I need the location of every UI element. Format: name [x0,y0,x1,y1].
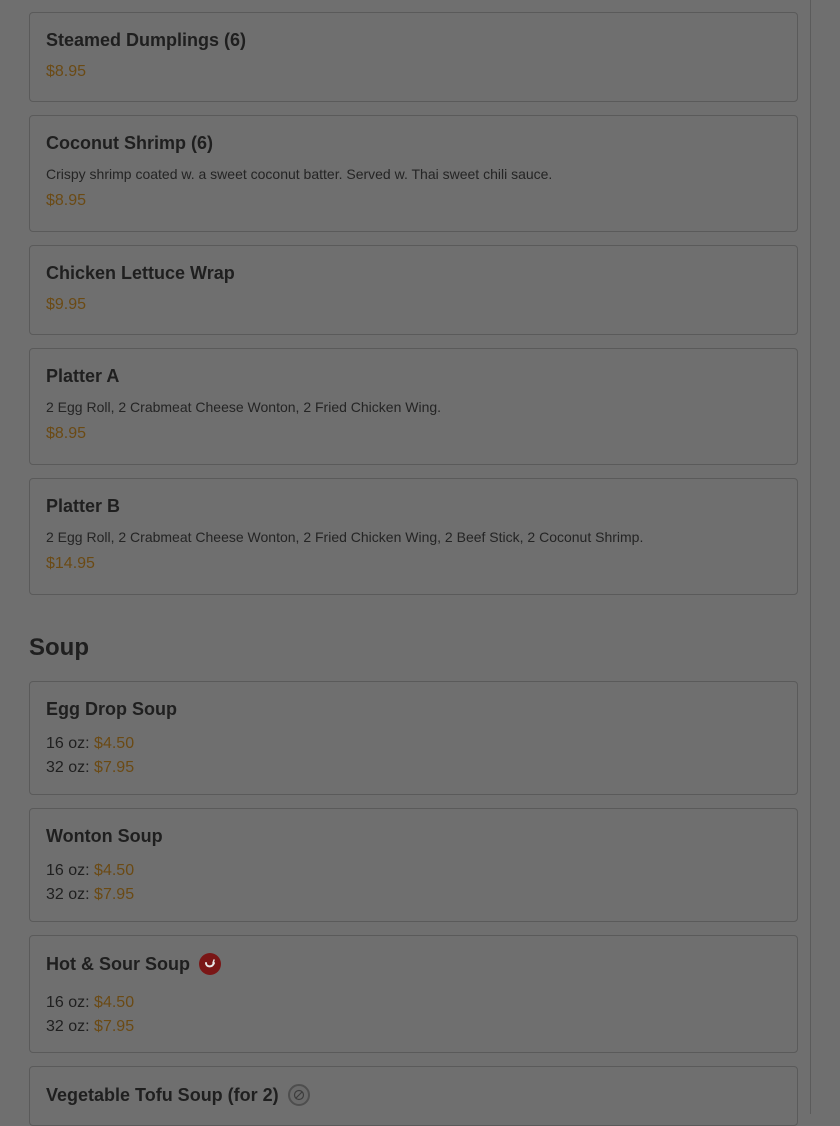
size-label: 32 oz: [46,1018,90,1035]
menu-item-price: $8.95 [46,192,87,209]
menu-item-card[interactable]: Egg Drop Soup 16 oz: $4.50 32 oz: $7.95 [29,681,798,795]
menu-item-price: $8.95 [46,63,87,80]
menu-item-card[interactable]: Coconut Shrimp (6) Crispy shrimp coated … [29,115,798,232]
size-option: 16 oz: $4.50 [46,732,781,756]
size-price: $4.50 [94,735,135,752]
size-label: 16 oz: [46,994,90,1011]
menu-item-name-row: Hot & Sour Soup [46,953,781,975]
menu-item-name: Chicken Lettuce Wrap [46,263,235,283]
menu-item-name: Vegetable Tofu Soup (for 2) [46,1085,279,1105]
size-list: 16 oz: $4.50 32 oz: $7.95 [46,859,781,907]
size-option: 32 oz: $7.95 [46,1015,781,1039]
size-option: 16 oz: $4.50 [46,991,781,1015]
size-list: 16 oz: $4.50 32 oz: $7.95 [46,732,781,780]
menu-item-card[interactable]: Vegetable Tofu Soup (for 2) [29,1066,798,1126]
menu-item-name: Platter A [46,366,120,386]
size-option: 32 oz: $7.95 [46,883,781,907]
size-price: $4.50 [94,862,135,879]
section-title-soup: Soup [29,634,89,661]
menu-item-card[interactable]: Platter A 2 Egg Roll, 2 Crabmeat Cheese … [29,348,798,465]
size-label: 16 oz: [46,735,90,752]
menu-item-card[interactable]: Chicken Lettuce Wrap $9.95 [29,245,798,335]
menu-item-description: Crispy shrimp coated w. a sweet coconut … [46,166,553,182]
menu-item-name-row: Vegetable Tofu Soup (for 2) [46,1084,781,1106]
size-label: 32 oz: [46,886,90,903]
menu-item-price: $14.95 [46,555,95,572]
menu-item-description: 2 Egg Roll, 2 Crabmeat Cheese Wonton, 2 … [46,399,442,415]
page-divider [810,0,811,1114]
size-label: 32 oz: [46,759,90,776]
menu-item-price: $9.95 [46,296,87,313]
menu-item-name: Egg Drop Soup [46,699,177,719]
spicy-icon [198,953,221,975]
vegetarian-icon [287,1084,310,1106]
menu-item-card[interactable]: Wonton Soup 16 oz: $4.50 32 oz: $7.95 [29,808,798,922]
size-price: $7.95 [94,759,135,776]
menu-item-card[interactable]: Platter B 2 Egg Roll, 2 Crabmeat Cheese … [29,478,798,595]
menu-item-card[interactable]: Hot & Sour Soup 16 oz: $4.50 32 oz: $7.9… [29,935,798,1053]
size-price: $4.50 [94,994,135,1011]
size-list: 16 oz: $4.50 32 oz: $7.95 [46,991,781,1039]
menu-item-price: $8.95 [46,425,87,442]
size-label: 16 oz: [46,862,90,879]
size-option: 32 oz: $7.95 [46,756,781,780]
size-price: $7.95 [94,886,135,903]
menu-item-name: Steamed Dumplings (6) [46,30,247,50]
menu-item-name: Coconut Shrimp (6) [46,133,213,153]
size-option: 16 oz: $4.50 [46,859,781,883]
menu-item-name: Wonton Soup [46,826,163,846]
menu-item-description: 2 Egg Roll, 2 Crabmeat Cheese Wonton, 2 … [46,529,644,545]
menu-item-card[interactable]: Steamed Dumplings (6) $8.95 [29,12,798,102]
menu-item-name: Hot & Sour Soup [46,954,190,974]
size-price: $7.95 [94,1018,135,1035]
menu-item-name: Platter B [46,496,121,516]
